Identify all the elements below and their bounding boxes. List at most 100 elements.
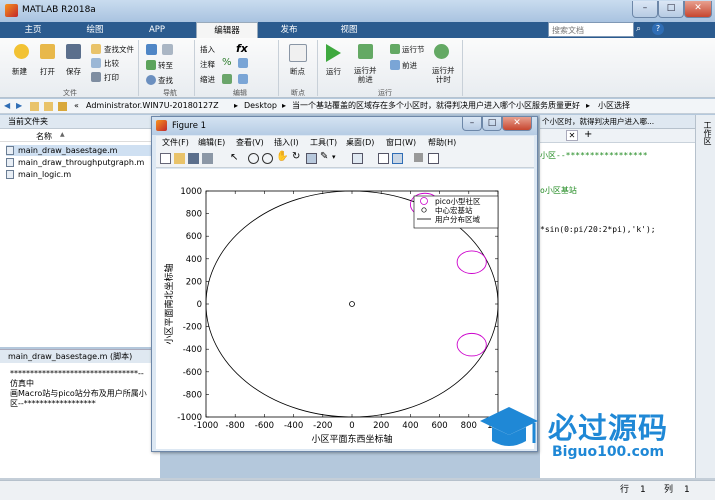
fx-icon[interactable]: fx <box>236 42 248 55</box>
link-plot-icon[interactable] <box>352 153 363 164</box>
menu-tools[interactable]: 工具(T) <box>310 136 337 150</box>
show-tools-icon[interactable] <box>428 153 439 164</box>
m-file-icon <box>6 146 14 155</box>
run-section-button[interactable]: 运行节 <box>402 44 425 55</box>
run-button[interactable]: 运行 <box>326 66 341 77</box>
breadcrumb-arrow-icon: ▸ <box>282 101 287 110</box>
menu-help[interactable]: 帮助(H) <box>428 136 456 150</box>
y-tick-label: 1000 <box>180 187 202 197</box>
menu-desktop[interactable]: 桌面(D) <box>346 136 374 150</box>
y-axis-label: 小区平面南北坐标轴 <box>163 263 175 344</box>
brush-icon[interactable]: ✎ <box>320 151 328 162</box>
menu-file[interactable]: 文件(F) <box>162 136 189 150</box>
list-item[interactable]: main_draw_basestage.m <box>6 145 156 156</box>
col-value: 1 <box>684 485 690 495</box>
forward-arrow-icon[interactable] <box>162 44 173 55</box>
indent-button[interactable]: 缩进 <box>200 74 215 85</box>
legend-entry: 用户分布区域 <box>435 214 480 224</box>
workspace-strip[interactable]: 工作区 <box>695 115 715 478</box>
open-file-icon[interactable] <box>174 153 185 164</box>
comment-button[interactable]: 注释 <box>200 59 215 70</box>
app-title: MATLAB R2018a <box>22 5 96 15</box>
forward-icon[interactable]: ▶ <box>16 99 22 113</box>
file-list-header[interactable]: 名称 ▲ <box>0 130 160 142</box>
smart-indent-icon[interactable] <box>238 74 248 84</box>
close-tab-icon[interactable]: ✕ <box>566 130 578 141</box>
menu-window[interactable]: 窗口(W) <box>386 136 416 150</box>
browse-folder-icon[interactable] <box>44 102 53 111</box>
goto-button[interactable]: 转至 <box>158 60 173 71</box>
save-button[interactable]: 保存 <box>66 66 81 77</box>
hide-tools-icon[interactable] <box>414 153 423 162</box>
zoom-in-icon[interactable] <box>248 153 259 164</box>
figure-toolbar: ↖ ✋ ↻ ✎ ▾ <box>156 150 534 168</box>
y-tick-label: -200 <box>183 323 202 333</box>
back-arrow-icon[interactable] <box>146 44 157 55</box>
list-item[interactable]: main_draw_throughputgraph.m <box>6 157 144 168</box>
figure-title-bar[interactable]: Figure 1 – □ ✕ <box>152 117 537 135</box>
tab-plots[interactable]: 绘图 <box>72 22 118 38</box>
back-icon[interactable]: ◀ <box>4 99 10 113</box>
list-item[interactable]: main_logic.m <box>6 169 71 180</box>
address-bar: ◀ ▶ « Administrator.WIN7U-20180127Z ▸ De… <box>0 99 715 114</box>
advance-button[interactable]: 前进 <box>402 60 417 71</box>
breadcrumb-subfolder[interactable]: 小区选择 <box>598 99 630 113</box>
maximize-button[interactable]: □ <box>658 1 684 18</box>
close-button[interactable]: ✕ <box>684 1 712 18</box>
sort-asc-icon: ▲ <box>60 131 65 138</box>
new-button[interactable]: 新建 <box>12 66 27 77</box>
breadcrumb-desktop[interactable]: Desktop <box>244 99 277 113</box>
edit-arrow-icon[interactable]: ↖ <box>230 152 238 163</box>
find-files-button[interactable]: 查找文件 <box>104 44 134 55</box>
compare-button[interactable]: 比较 <box>104 58 119 69</box>
comment-toggle-icon[interactable] <box>238 58 248 68</box>
legend-icon[interactable] <box>392 153 403 164</box>
matlab-logo-icon <box>5 4 18 17</box>
name-column-header[interactable]: 名称 <box>36 131 52 142</box>
up-folder-icon[interactable] <box>30 102 39 111</box>
menu-view[interactable]: 查看(V) <box>236 136 264 150</box>
insert-button[interactable]: 插入 <box>200 44 215 55</box>
tab-apps[interactable]: APP <box>134 22 180 38</box>
figure-maximize-button[interactable]: □ <box>482 117 502 131</box>
new-figure-icon[interactable] <box>160 153 171 164</box>
figure-window[interactable]: Figure 1 – □ ✕ 文件(F) 编辑(E) 查看(V) 插入(I) 工… <box>151 116 538 452</box>
colorbar-icon[interactable] <box>378 153 389 164</box>
open-button[interactable]: 打开 <box>40 66 55 77</box>
print-button[interactable]: 打印 <box>104 72 119 83</box>
menu-insert[interactable]: 插入(I) <box>274 136 299 150</box>
pan-hand-icon[interactable]: ✋ <box>276 151 288 162</box>
minimize-button[interactable]: – <box>632 1 658 18</box>
run-time-button[interactable]: 运行并 计时 <box>432 66 455 84</box>
find-button[interactable]: 查找 <box>158 75 173 86</box>
recent-folder-icon[interactable] <box>58 102 67 111</box>
add-tab-button[interactable]: + <box>584 129 592 140</box>
menu-edit[interactable]: 编辑(E) <box>198 136 225 150</box>
rotate-icon[interactable]: ↻ <box>292 151 300 162</box>
breakpoints-button[interactable]: 断点 <box>290 66 305 77</box>
zoom-out-icon[interactable] <box>262 153 273 164</box>
x-tick-label: 400 <box>402 421 418 431</box>
figure-close-button[interactable]: ✕ <box>502 117 532 131</box>
editor-tab[interactable]: 个小区时，就得判决用户进入哪... <box>540 115 695 129</box>
print-figure-icon[interactable] <box>202 153 213 164</box>
code-line: *sin(0:pi/20:2*pi),'k'); <box>540 225 656 234</box>
dropdown-icon[interactable]: ▾ <box>332 153 336 161</box>
save-figure-icon[interactable] <box>188 153 199 164</box>
figure-minimize-button[interactable]: – <box>462 117 482 131</box>
data-cursor-icon[interactable] <box>306 153 317 164</box>
tab-home[interactable]: 主页 <box>10 22 56 38</box>
search-input[interactable]: 搜索文档 <box>548 22 634 37</box>
run-advance-button[interactable]: 运行并 前进 <box>354 66 377 84</box>
tab-editor[interactable]: 编辑器 <box>196 22 258 38</box>
search-icon[interactable]: ⌕ <box>636 24 647 35</box>
breadcrumb-user[interactable]: Administrator.WIN7U-20180127Z <box>86 99 219 113</box>
help-icon[interactable]: ? <box>652 23 664 35</box>
x-tick-label: -800 <box>226 421 245 431</box>
tab-view[interactable]: 视图 <box>326 22 372 38</box>
goto-icon <box>146 60 156 70</box>
tab-publish[interactable]: 发布 <box>266 22 312 38</box>
percent-icon[interactable]: % <box>222 57 232 68</box>
y-tick-label: -1000 <box>177 413 202 423</box>
breadcrumb-folder[interactable]: 当一个基站覆盖的区域存在多个小区时，就得判决用户进入哪个小区服务质量更好 <box>292 99 580 113</box>
